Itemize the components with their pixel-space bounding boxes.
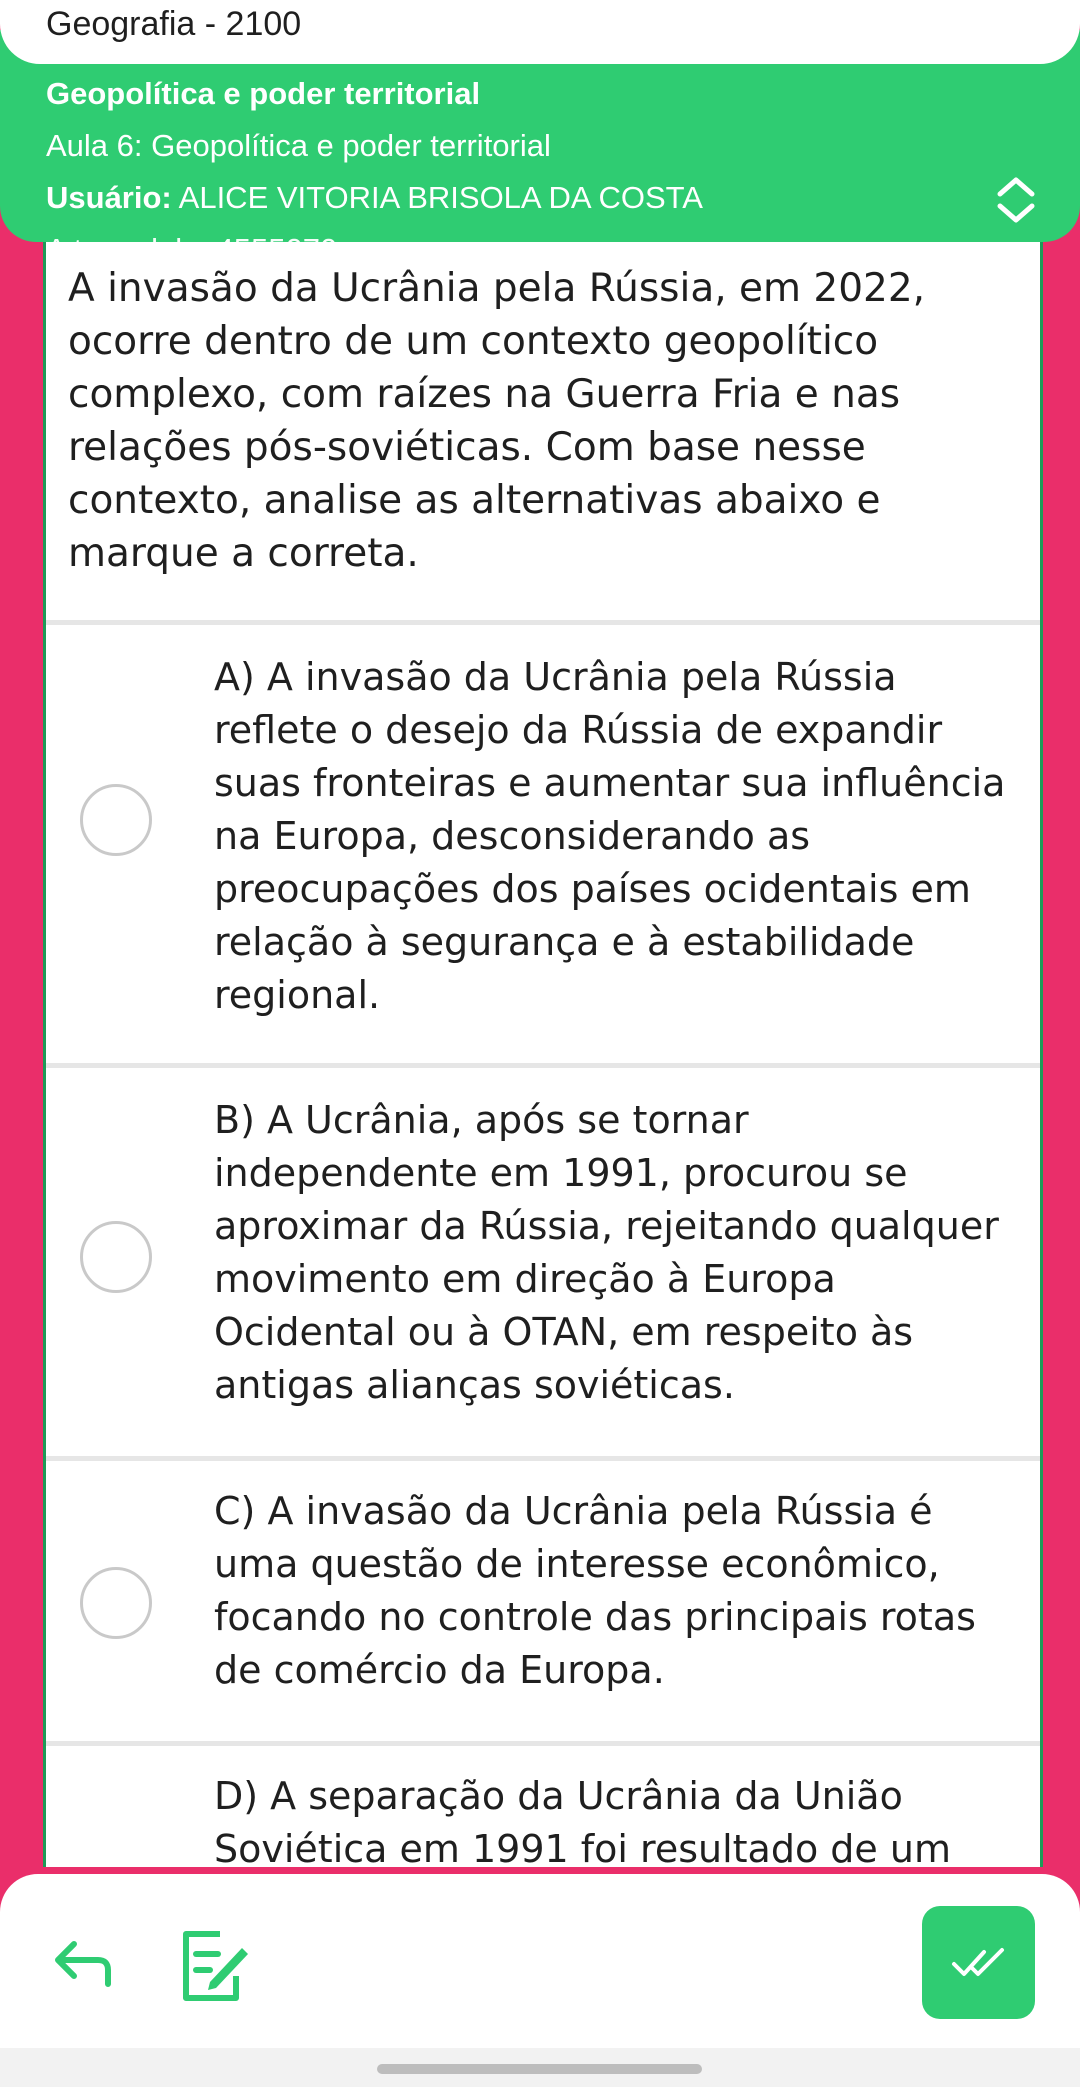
option-c[interactable]: C) A invasão da Ucrânia pela Rússia é um… (46, 1461, 1040, 1746)
lesson-title: Aula 6: Geopolítica e poder territorial (46, 128, 551, 163)
system-navigation-area (0, 2048, 1080, 2087)
bottom-toolbar (0, 1874, 1080, 2048)
header-cut-line: A t... ... l. l... 4555070 (46, 230, 337, 242)
chevron-up-down-icon[interactable] (992, 172, 1040, 228)
option-b-label: B) A Ucrânia, após se tornar independent… (214, 1098, 999, 1407)
user-label: Usuário: (46, 180, 172, 215)
option-d[interactable]: D) A separação da Ucrânia da União Sovié… (46, 1746, 1040, 1867)
option-a-radio[interactable] (80, 784, 152, 856)
topic-title: Geopolítica e poder territorial (46, 76, 481, 111)
course-title: Geografia - 2100 (46, 5, 302, 43)
option-a-label: A) A invasão da Ucrânia pela Rússia refl… (214, 655, 1006, 1017)
question-text: A invasão da Ucrânia pela Rússia, em 202… (46, 242, 1040, 625)
user-info: Usuário: ALICE VITORIA BRISOLA DA COSTA (46, 178, 703, 218)
option-c-radio[interactable] (80, 1567, 152, 1639)
user-name: ALICE VITORIA BRISOLA DA COSTA (178, 180, 703, 215)
notes-button[interactable] (180, 1926, 250, 2006)
gesture-handle[interactable] (377, 2064, 702, 2074)
option-b[interactable]: B) A Ucrânia, após se tornar independent… (46, 1068, 1040, 1461)
option-b-radio[interactable] (80, 1221, 152, 1293)
return-arrow-icon (55, 1941, 111, 1987)
submit-answer-button[interactable] (922, 1906, 1035, 2019)
course-title-bar: Geografia - 2100 (0, 0, 1080, 64)
edit-notes-icon (183, 1931, 248, 2001)
question-card: A invasão da Ucrânia pela Rússia, em 202… (43, 242, 1043, 1867)
option-c-label: C) A invasão da Ucrânia pela Rússia é um… (214, 1489, 976, 1692)
option-d-label: D) A separação da Ucrânia da União Sovié… (214, 1774, 951, 1867)
double-check-icon (952, 1948, 1004, 1976)
back-button[interactable] (50, 1934, 120, 1994)
option-a[interactable]: A) A invasão da Ucrânia pela Rússia refl… (46, 625, 1040, 1068)
